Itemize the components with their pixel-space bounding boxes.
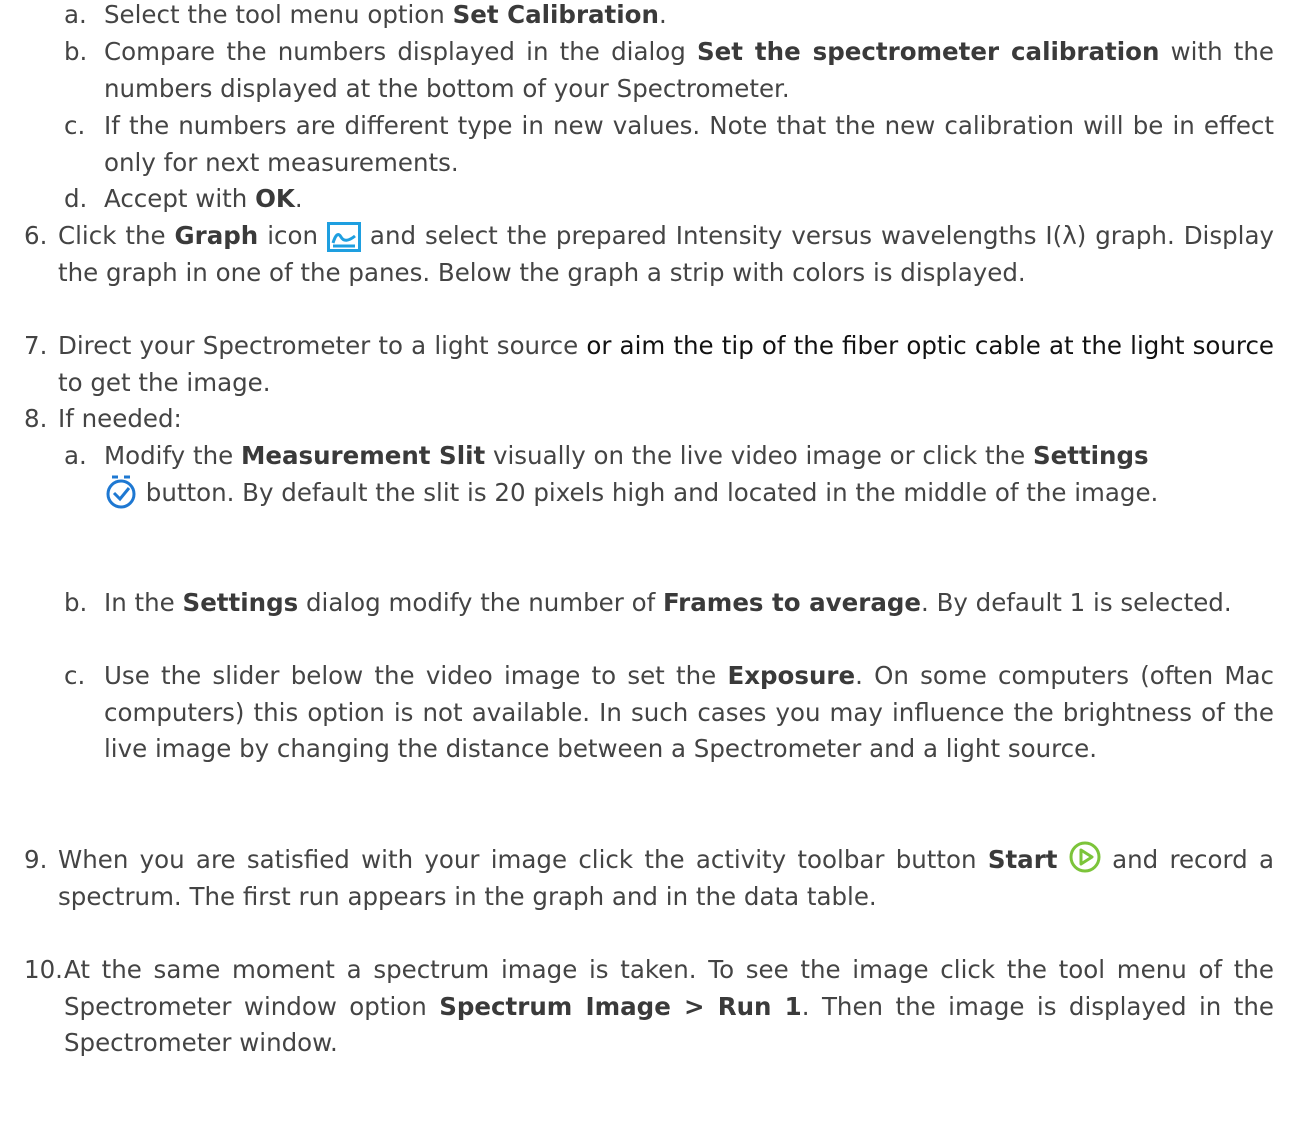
step-8c: Use the slider below the video image to … [104, 661, 1275, 763]
step-8: If needed: [58, 404, 182, 433]
step-8a-label: a. [64, 441, 87, 470]
fiber-optic-note: or aim the tip of the fiber optic cable … [586, 331, 1274, 360]
ok-term: OK [255, 184, 295, 213]
step-5b-label: b. [64, 37, 88, 66]
step-6: Click the Graph icon and select the prep… [58, 221, 1274, 287]
step-8-label: 8. [24, 404, 48, 433]
step-5c: If the numbers are different type in new… [104, 111, 1274, 177]
spectrum-image-term: Spectrum Image > Run 1 [439, 991, 802, 1021]
step-9: When you are satisfied with your image c… [58, 841, 1274, 915]
start-term: Start [987, 845, 1058, 874]
step-8a: Modify the Measurement Slit visually on … [104, 441, 1159, 509]
step-6-label: 6. [24, 221, 48, 250]
settings-term: Settings [1032, 441, 1149, 470]
calibration-dialog-term: Set the spectrometer calibration [697, 37, 1160, 66]
step-5d: Accept with OK. [104, 184, 303, 213]
settings-dialog-term: Settings [182, 588, 299, 617]
play-icon [1069, 841, 1101, 873]
step-10-label: 10. [24, 955, 63, 984]
step-9-label: 9. [24, 845, 48, 874]
step-5a-label: a. [64, 0, 87, 29]
step-7: Direct your Spectrometer to a light sour… [58, 331, 1274, 397]
frames-to-average-term: Frames to average [663, 588, 922, 617]
graph-icon [326, 222, 361, 252]
step-10: At the same moment a spectrum image is t… [64, 955, 1274, 1057]
step-8c-label: c. [64, 661, 86, 690]
document-page: a. Select the tool menu option Set Calib… [0, 0, 1297, 1144]
set-calibration-term: Set Calibration [452, 0, 659, 29]
step-8b-label: b. [64, 588, 88, 617]
step-5a: Select the tool menu option Set Calibrat… [104, 0, 667, 29]
stopwatch-icon [104, 473, 138, 509]
measurement-slit-term: Measurement Slit [240, 441, 486, 470]
graph-term: Graph [174, 221, 259, 250]
step-5d-label: d. [64, 184, 88, 213]
step-5c-label: c. [64, 111, 86, 140]
exposure-term: Exposure [727, 661, 856, 690]
step-7-label: 7. [24, 331, 48, 360]
step-5b: Compare the numbers displayed in the dia… [104, 37, 1275, 103]
step-8b: In the Settings dialog modify the number… [104, 588, 1232, 617]
